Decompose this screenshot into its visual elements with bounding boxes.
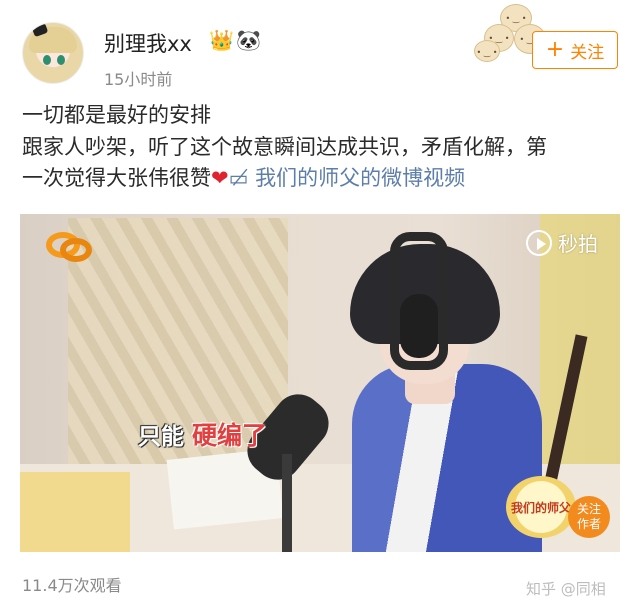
post-time: 15小时前 — [104, 70, 173, 89]
follow-button[interactable]: + 关注 — [532, 31, 618, 69]
video-link-label: 我们的师父的微博视频 — [255, 166, 466, 190]
badge-author-label: 作者 — [576, 517, 601, 531]
subtitle-part2: 硬编了 — [192, 421, 268, 450]
view-count: 11.4万次观看 — [22, 576, 122, 595]
follow-label: 关注 — [570, 42, 605, 63]
post-text-line: 跟家人吵架，听了这个故意瞬间达成共识，矛盾化解，第 — [22, 134, 547, 159]
microphone-stand — [282, 454, 292, 552]
headphone-cup — [400, 294, 438, 358]
user-avatar[interactable] — [22, 22, 84, 84]
subtitle-part1: 只能 — [138, 424, 184, 450]
panda-icon: 🐼 — [236, 28, 261, 52]
username[interactable]: 别理我xx — [104, 28, 192, 58]
hunan-tv-logo-icon — [46, 228, 92, 262]
post-body: 一切都是最好的安排 跟家人吵架，听了这个故意瞬间达成共识，矛盾化解，第 一次觉得… — [22, 100, 622, 195]
post-text-line-with-link: 一次觉得大张伟很赞❤▭̸ 我们的师父的微博视频 — [22, 163, 622, 195]
desk-box — [20, 472, 130, 552]
video-player[interactable]: 秒拍 只能 硬编了 我们的师父 关注 作者 — [20, 214, 620, 552]
zhihu-watermark: 知乎 @同相 — [526, 580, 606, 598]
heart-icon: ❤ — [211, 166, 229, 190]
play-icon — [526, 229, 552, 256]
show-badge: 我们的师父 — [506, 476, 576, 538]
badge-follow-label: 关注 — [576, 502, 601, 516]
video-camera-icon: ▭̸ — [228, 166, 256, 190]
miaopai-label: 秒拍 — [558, 232, 598, 256]
miaopai-watermark: 秒拍 — [526, 228, 598, 257]
plus-icon: + — [545, 37, 565, 62]
post-text-line: 一切都是最好的安排 — [22, 103, 211, 127]
video-subtitle: 只能 硬编了 — [138, 416, 267, 452]
author-follow-button[interactable]: 关注 作者 — [568, 496, 610, 538]
video-link[interactable]: ▭̸ 我们的师父的微博视频 — [229, 166, 466, 190]
show-badge-label: 我们的师父 — [510, 500, 571, 515]
crown-vip-icon: 👑 — [209, 28, 234, 52]
post-text-line: 一次觉得大张伟很赞 — [22, 166, 211, 190]
